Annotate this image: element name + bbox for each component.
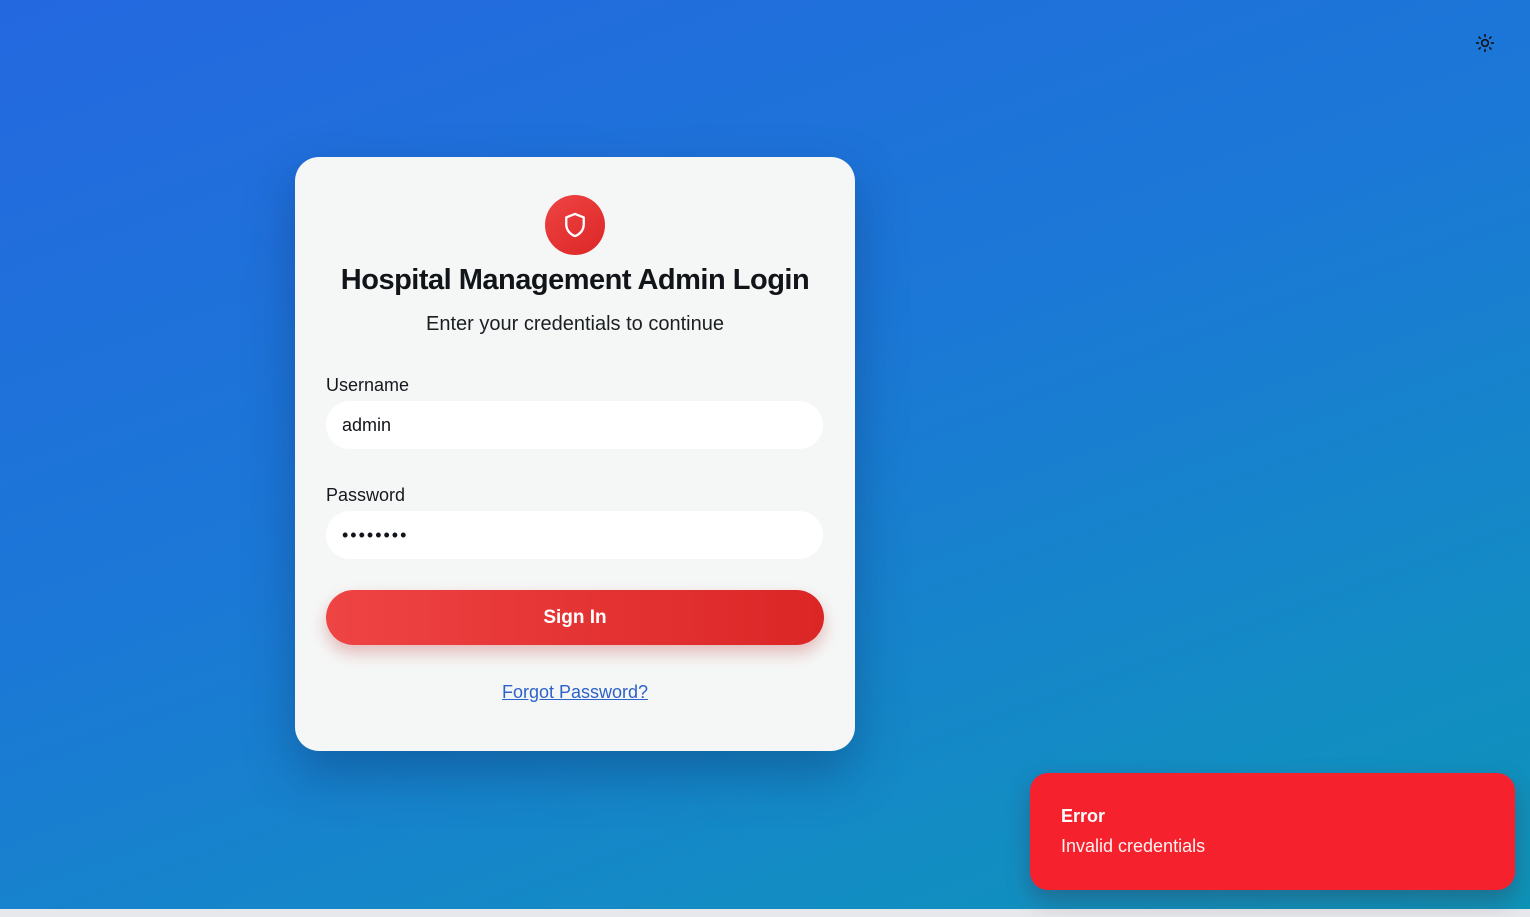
forgot-password-link[interactable]: Forgot Password? (502, 682, 648, 702)
page-title: Hospital Management Admin Login (340, 264, 810, 296)
error-toast[interactable]: Error Invalid credentials (1030, 773, 1515, 890)
password-label: Password (326, 485, 406, 505)
login-card: Hospital Management Admin Login Enter yo… (295, 157, 855, 751)
logo-badge (545, 195, 605, 255)
sign-in-button[interactable]: Sign In (326, 590, 824, 645)
sun-icon (1475, 33, 1495, 53)
shield-icon (565, 212, 585, 238)
page-subtitle: Enter your credentials to continue (426, 313, 724, 335)
toast-title: Error (1061, 806, 1106, 826)
password-input[interactable] (326, 511, 823, 559)
toast-message: Invalid credentials (1061, 836, 1206, 856)
username-input[interactable] (326, 401, 823, 449)
theme-toggle-button[interactable] (1471, 29, 1499, 57)
username-label: Username (326, 375, 410, 395)
forgot-password-container: Forgot Password? (295, 682, 855, 703)
